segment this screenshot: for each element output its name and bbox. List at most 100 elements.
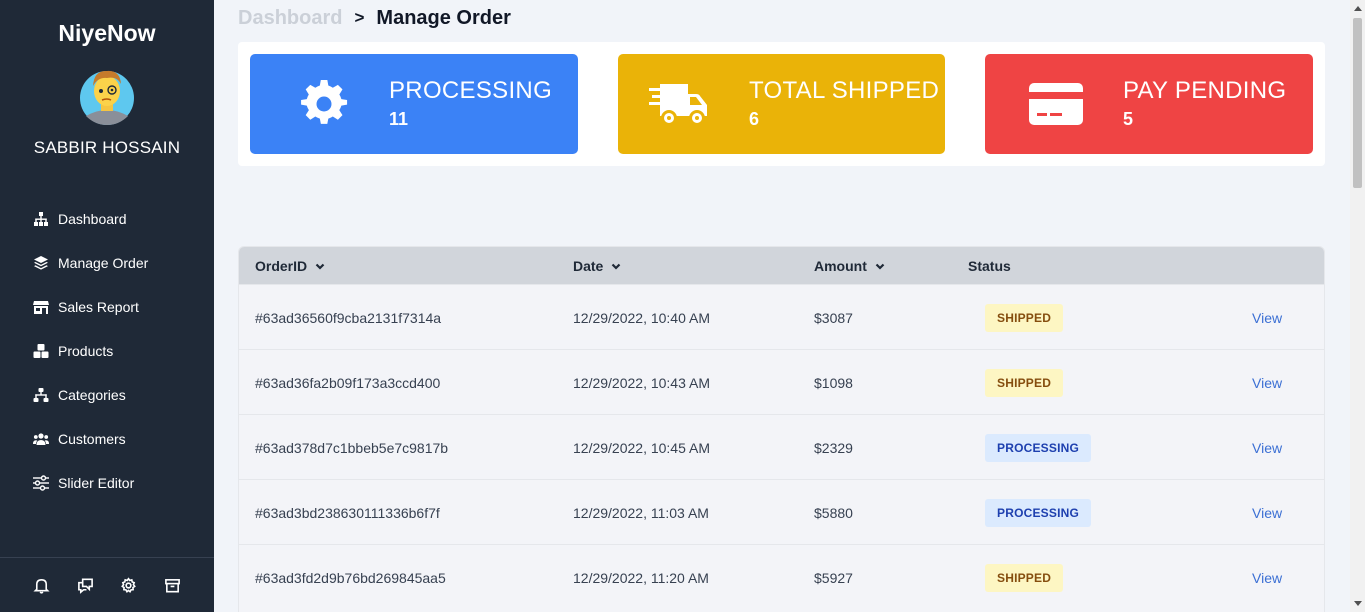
stat-card-pay-pending[interactable]: PAY PENDING 5 [985,54,1313,154]
order-id: #63ad3bd238630111336b6f7f [255,504,440,521]
view-cell: View [1252,285,1282,350]
status-cell: PROCESSING [968,415,1092,480]
sidebar-item-products[interactable]: Products [0,329,214,373]
chevron-down-icon [315,263,325,270]
sidebar-item-manage-order[interactable]: Manage Order [0,241,214,285]
order-amount: $5880 [814,504,853,521]
stat-value: 6 [749,109,760,129]
truck-icon [648,78,710,130]
order-date: 12/29/2022, 11:03 AM [573,504,709,521]
sidebar-item-dashboard[interactable]: Dashboard [0,197,214,241]
gear-icon[interactable] [119,575,139,595]
sidebar-item-categories[interactable]: Categories [0,373,214,417]
page-title: Manage Order [376,6,511,29]
order-amount: $1098 [814,374,853,391]
cubes-icon [32,342,50,360]
stat-value: 11 [389,109,409,129]
stat-card-processing[interactable]: PROCESSING 11 [250,54,578,154]
chevron-down-icon [875,263,885,270]
column-label: Date [573,257,604,274]
layers-icon [32,254,50,272]
view-link[interactable]: View [1252,505,1282,521]
scroll-up-arrow-icon[interactable] [1350,0,1365,17]
column-header-amount[interactable]: Amount [814,247,885,284]
username: SABBIR HOSSAIN [33,138,181,157]
table-row: #63ad378d7c1bbeb5e7c9817b 12/29/2022, 10… [239,414,1324,479]
sidebar-item-label: Dashboard [58,211,127,227]
view-cell: View [1252,545,1282,610]
scroll-thumb[interactable] [1353,18,1362,188]
status-cell: SHIPPED [968,350,1064,415]
stat-label: PAY PENDING [1123,77,1287,104]
order-date: 12/29/2022, 10:40 AM [573,309,710,326]
order-id: #63ad378d7c1bbeb5e7c9817b [255,439,449,456]
order-date: 12/29/2022, 10:43 AM [573,374,710,391]
table-row: #63ad3fd2d9b76bd269845aa5 12/29/2022, 11… [239,544,1324,609]
order-date: 12/29/2022, 11:20 AM [573,569,709,586]
order-id: #63ad36560f9cba2131f7314a [255,309,442,326]
hierarchy-icon [32,386,50,404]
status-badge: PROCESSING [985,498,1092,527]
stat-label: TOTAL SHIPPED [749,77,940,104]
sidebar-item-label: Customers [58,431,126,447]
order-amount: $3087 [814,309,853,326]
stat-value: 5 [1123,109,1134,129]
page-scrollbar[interactable] [1350,0,1365,612]
chevron-down-icon [612,263,621,270]
sidebar-nav: Dashboard Manage Order Sales Report Prod… [0,197,214,505]
view-cell: View [1252,480,1282,545]
sitemap-icon [32,210,50,228]
stat-text: PROCESSING 11 [389,77,552,130]
order-amount: $2329 [814,439,853,456]
view-link[interactable]: View [1252,440,1282,456]
column-label: Amount [814,257,867,274]
archive-icon[interactable] [162,575,182,595]
view-link[interactable]: View [1252,310,1282,326]
sidebar-item-label: Sales Report [58,299,139,315]
sidebar-item-label: Products [58,343,114,359]
breadcrumb: Dashboard > Manage Order [238,6,511,30]
brand-logo[interactable]: NiyeNow [0,20,214,47]
sliders-icon [32,474,50,492]
sidebar-item-label: Slider Editor [58,475,135,491]
view-cell: View [1252,415,1282,480]
status-badge: PROCESSING [985,433,1092,462]
view-link[interactable]: View [1252,375,1282,391]
stat-text: TOTAL SHIPPED 6 [749,77,939,130]
order-id: #63ad3fd2d9b76bd269845aa5 [255,569,446,586]
credit-card-icon [1028,78,1084,130]
sidebar: NiyeNow SABBIR HOSSAIN Dashboard Manage … [0,0,214,612]
users-icon [32,430,50,448]
status-cell: SHIPPED [968,545,1064,610]
column-label: Status [968,257,1011,274]
status-cell: PROCESSING [968,480,1092,545]
status-badge: SHIPPED [985,368,1064,397]
order-id: #63ad36fa2b09f173a3ccd400 [255,374,441,391]
column-label: OrderID [255,257,308,274]
order-amount: $5927 [814,569,853,586]
sidebar-item-sales-report[interactable]: Sales Report [0,285,214,329]
table-row: #63ad36560f9cba2131f7314a 12/29/2022, 10… [239,284,1324,349]
column-header-orderid[interactable]: OrderID [255,247,325,284]
status-badge: SHIPPED [985,303,1064,332]
sidebar-footer [0,557,214,612]
table-row: #63ad3bd238630111336b6f7f 12/29/2022, 11… [239,479,1324,544]
stat-text: PAY PENDING 5 [1123,77,1286,130]
breadcrumb-dashboard-link[interactable]: Dashboard [238,7,342,30]
view-cell: View [1252,350,1282,415]
status-badge: SHIPPED [985,563,1064,592]
sidebar-item-label: Categories [58,387,126,403]
sidebar-item-customers[interactable]: Customers [0,417,214,461]
table-header: OrderID Date Amount Status [239,247,1324,284]
sidebar-item-slider-editor[interactable]: Slider Editor [0,461,214,505]
sidebar-item-label: Manage Order [58,255,149,271]
chat-icon[interactable] [75,575,95,595]
avatar[interactable] [79,64,135,126]
stat-card-total-shipped[interactable]: TOTAL SHIPPED 6 [618,54,945,154]
stats-panel: PROCESSING 11 TOTAL SHIPPED 6 PAY PENDIN… [238,42,1325,166]
store-icon [32,298,50,316]
bell-icon[interactable] [32,575,52,595]
view-link[interactable]: View [1252,570,1282,586]
scroll-down-arrow-icon[interactable] [1350,595,1365,612]
column-header-date[interactable]: Date [573,247,621,284]
